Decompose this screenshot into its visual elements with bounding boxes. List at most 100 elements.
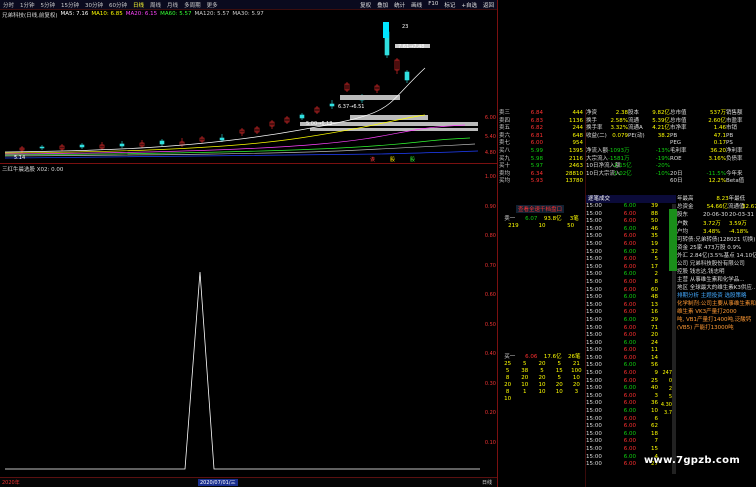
- order-book-row[interactable]: 卖六 6.81 648: [499, 133, 585, 141]
- shareholder-header-cell: 20-06-30: [703, 212, 728, 219]
- quote-value: -11.5%: [706, 170, 726, 177]
- order-book-row[interactable]: 卖五 6.82 244: [499, 125, 585, 133]
- annotation-low: 5.00→6.13: [306, 121, 332, 127]
- company-info-line: 吨, VB1产量打1400吨,泛酸钙: [677, 316, 752, 323]
- order-book-row[interactable]: 买八 5.99 1395: [499, 148, 585, 156]
- period-label[interactable]: 日线: [482, 479, 492, 486]
- period-tab-7[interactable]: 周线: [147, 1, 164, 9]
- side-value: 5: [668, 394, 672, 400]
- quote-cell: 60日 12.2%: [670, 178, 726, 186]
- order-book-queue: 买一 6.06 17.6亿 26笔 25 5 20 5 21 5 38 5 15 100 8 20 20 5 10 2…: [499, 354, 585, 403]
- period-tab-3[interactable]: 15分钟: [58, 1, 82, 9]
- side-values: 247 0 2 5 4.30 3.7: [660, 370, 672, 418]
- period-tab-5[interactable]: 60分钟: [106, 1, 130, 9]
- quote-key: [586, 140, 606, 148]
- tick-price: 6.00: [623, 415, 636, 422]
- indicator-chart[interactable]: [0, 172, 484, 477]
- period-tab-2[interactable]: 5分钟: [38, 1, 59, 9]
- period-tab-0[interactable]: 分时: [0, 1, 17, 9]
- price-band: [350, 115, 428, 120]
- indicator-tick: 0.90: [484, 203, 496, 210]
- quote-cell: PB 47.1: [670, 133, 726, 141]
- sell-one-header: 卖一 6.07 93.8亿 3笔: [499, 216, 585, 223]
- tool-button-6[interactable]: +自选: [458, 1, 480, 9]
- period-tab-1[interactable]: 1分钟: [17, 1, 38, 9]
- company-info-line[interactable]: 排期分析 主题投资 选股策略: [677, 292, 756, 300]
- fundamentals-panel: 年最高 8.23年最低总资金 54.66亿流通值32.67亿股东 20-06-3020…: [669, 195, 756, 332]
- quote-key: 60日: [670, 178, 683, 185]
- sell-sub-cell: 219: [508, 223, 519, 229]
- queue-cell: 10: [538, 382, 546, 388]
- ma-legend-item: MA20: 6.15: [125, 11, 158, 17]
- queue-row: 8 1 10 10 3: [499, 389, 585, 396]
- candlestick-chart[interactable]: 23 7.61→7.48 6.37→6.51 5.00→6.13 5.14 诶 …: [0, 20, 478, 163]
- quote-cell: 负债率 50.94: [726, 156, 756, 164]
- period-tab-8[interactable]: 月线: [164, 1, 181, 9]
- tick-volume: 56: [651, 362, 658, 369]
- queue-row: 20 10 10 20 20: [499, 382, 585, 389]
- order-book-row[interactable]: 卖三 6.84 444: [499, 110, 585, 118]
- period-tab-10[interactable]: 更多: [204, 1, 221, 9]
- quote-key: 总市值: [670, 110, 687, 116]
- tick-row: 15:00 6.00 13: [586, 302, 676, 310]
- quote-value: 1.12: [752, 178, 756, 186]
- full-depth-button[interactable]: 查看全速千档盘口: [516, 205, 565, 213]
- tick-time: 15:00: [586, 301, 602, 308]
- fund-stat-row: 年最高 8.23 年最低: [677, 195, 756, 203]
- side-value: 0: [668, 378, 672, 384]
- order-book-row[interactable]: 买均 5.93 13780: [499, 178, 585, 186]
- annotation-bottom: 5.14: [14, 155, 25, 161]
- tool-button-4[interactable]: F10: [425, 1, 441, 9]
- order-volume: 244: [572, 125, 584, 132]
- quote-cell: [670, 163, 726, 171]
- period-tab-9[interactable]: 多周期: [181, 1, 204, 9]
- queue-cell: 38: [521, 368, 529, 374]
- order-book-row[interactable]: 买九 5.98 2116: [499, 156, 585, 164]
- quote-cell: 总市值 537万: [670, 110, 726, 118]
- tool-button-2[interactable]: 统计: [391, 1, 408, 9]
- period-tab-6[interactable]: 日线: [130, 1, 147, 9]
- tick-price: 6.00: [623, 438, 636, 445]
- company-info-line: 外汇 2.84亿(3.5%基点 14.10亿(4: [677, 252, 756, 259]
- order-level-label: 买十: [499, 163, 511, 170]
- tick-time: 15:00: [586, 339, 602, 346]
- queue-row: 10: [499, 396, 585, 403]
- tick-price: 6.00: [623, 377, 636, 384]
- quote-row: 10日净流入额 -2.15亿 -20%: [586, 163, 756, 171]
- quote-key: PS: [726, 140, 733, 147]
- tick-header[interactable]: 逐笔成交: [586, 195, 676, 203]
- fund-key2: 流通值: [728, 204, 745, 211]
- tick-time: 15:00: [586, 362, 602, 369]
- queue-cell: 20: [538, 375, 546, 381]
- order-book-row[interactable]: 卖四 6.83 1136: [499, 118, 585, 126]
- order-price: 5.97: [530, 163, 543, 170]
- pane-divider: [0, 163, 497, 164]
- tool-button-7[interactable]: 返回: [480, 1, 497, 9]
- order-volume: 13780: [565, 178, 584, 185]
- chart-tools: 复权 叠加 统计 画线 F10 标记 +自选 返回: [357, 1, 497, 9]
- quote-value: 24.2%: [752, 171, 756, 179]
- quote-cell: 销售额 2780万: [726, 110, 756, 118]
- tool-button-3[interactable]: 画线: [408, 1, 425, 9]
- order-book-row[interactable]: 卖七 6.00 954: [499, 140, 585, 148]
- tool-button-1[interactable]: 叠加: [374, 1, 391, 9]
- tick-price: 6.00: [623, 218, 636, 225]
- queue-cell: 20: [555, 382, 563, 388]
- quote-value: [648, 140, 671, 148]
- quote-key: [628, 178, 648, 186]
- convertible-bond-link[interactable]: 可转债:兄弟转债(128021 切换): [677, 236, 756, 244]
- period-tab-4[interactable]: 30分钟: [82, 1, 106, 9]
- queue-cell: [516, 396, 533, 403]
- tick-price: 6.00: [623, 309, 636, 316]
- tool-button-5[interactable]: 标记: [441, 1, 458, 9]
- quote-cell: 10日大宗流入 -1.02亿: [586, 171, 632, 179]
- order-book-row[interactable]: 卖均 6.34 28810: [499, 171, 585, 179]
- tick-panel: 逐笔成交 15:00 6.00 39 15:00 6.00 88 15:00 6.00 50 15…: [586, 195, 676, 469]
- quote-cell: 流通A 4.21亿: [628, 125, 670, 133]
- tick-volume: 8: [654, 278, 659, 285]
- tick-price: 6.00: [623, 354, 636, 361]
- order-book-row[interactable]: 买十 5.97 2463: [499, 163, 585, 171]
- quote-key: PB: [670, 132, 678, 139]
- quote-value: 47.1: [713, 132, 726, 139]
- tool-button-0[interactable]: 复权: [357, 1, 374, 9]
